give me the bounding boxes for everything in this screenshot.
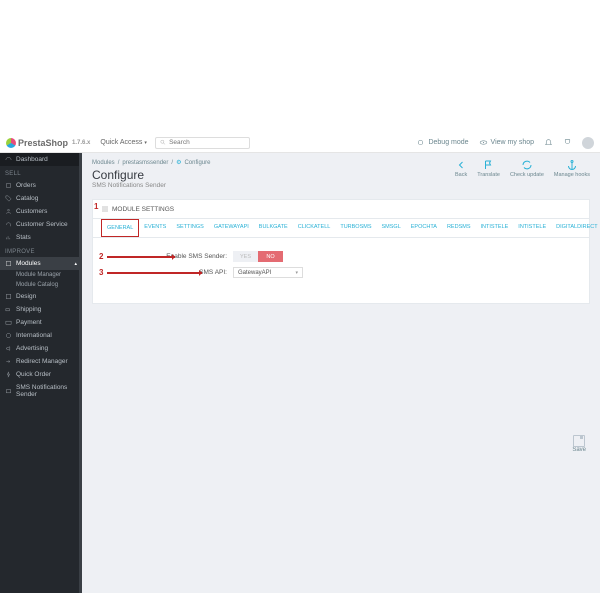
search-input[interactable] <box>169 139 245 146</box>
sidebar-item-stats[interactable]: Stats <box>0 231 82 244</box>
cart-icon <box>5 182 12 189</box>
brand-logo[interactable]: PrestaShop 1.7.6.x <box>6 138 90 148</box>
truck-icon <box>5 306 12 313</box>
main-content: Modules/ prestasmssender/ ⚙Configure Con… <box>82 153 600 593</box>
sidebar-item-design[interactable]: Design <box>0 290 82 303</box>
toggle-no[interactable]: NO <box>258 251 283 262</box>
sidebar-item-dashboard[interactable]: Dashboard <box>0 153 82 166</box>
tab-redsms[interactable]: REDSMS <box>442 219 476 237</box>
save-button[interactable]: Save <box>572 435 586 453</box>
sidebar-item-modules[interactable]: Modules▴ <box>0 257 82 270</box>
card-icon <box>5 319 12 326</box>
eye-icon <box>479 138 488 147</box>
stats-icon <box>5 234 12 241</box>
bell-icon[interactable] <box>544 138 553 147</box>
user-icon <box>5 208 12 215</box>
sidebar-section-sell: Sell <box>0 166 82 179</box>
version-text: 1.7.6.x <box>72 140 90 146</box>
tab-turbosms[interactable]: TURBOSMS <box>335 219 376 237</box>
sliders-icon <box>101 205 109 213</box>
sidebar-item-payment[interactable]: Payment <box>0 316 82 329</box>
bug-icon <box>416 138 425 147</box>
flag-icon <box>483 159 495 171</box>
page-subtitle: SMS Notifications Sender <box>92 182 590 189</box>
annotation-arrow-3 <box>107 272 202 274</box>
tabs: GENERAL EVENTS SETTINGS GATEWAYAPI BULKG… <box>93 219 589 238</box>
crumb-module[interactable]: prestasmssender <box>122 160 168 166</box>
header-actions: Back Translate Check update Manage hooks <box>455 159 590 178</box>
sidebar-section-improve: Improve <box>0 244 82 257</box>
crumb-modules[interactable]: Modules <box>92 160 115 166</box>
enable-sms-toggle[interactable]: YES NO <box>233 251 283 262</box>
tab-general[interactable]: GENERAL <box>101 219 139 237</box>
view-my-shop-link[interactable]: View my shop <box>479 138 534 147</box>
sidebar-item-redirect-manager[interactable]: Redirect Manager <box>0 355 82 368</box>
sms-icon <box>5 388 12 395</box>
debug-mode-toggle[interactable]: Debug mode <box>416 138 468 147</box>
search-icon <box>160 139 166 146</box>
sidebar-item-customer-service[interactable]: Customer Service <box>0 218 82 231</box>
tab-epochta[interactable]: EPOCHTA <box>406 219 442 237</box>
sidebar-item-orders[interactable]: Orders <box>0 179 82 192</box>
tab-smsgl[interactable]: SMSGL <box>377 219 406 237</box>
tab-intistele[interactable]: INTISTELE <box>475 219 513 237</box>
sidebar-item-advertising[interactable]: Advertising <box>0 342 82 355</box>
dashboard-icon <box>5 156 12 163</box>
annotation-1: 1 <box>94 202 98 211</box>
avatar[interactable] <box>582 137 594 149</box>
tab-bulkgate[interactable]: BULKGATE <box>254 219 293 237</box>
tab-clickatell[interactable]: CLICKATELL <box>293 219 336 237</box>
field-sms-api: 3 SMS API: GatewayAPI ▾ <box>103 267 579 278</box>
sidebar-item-catalog[interactable]: Catalog <box>0 192 82 205</box>
search-input-wrap[interactable] <box>155 137 250 149</box>
sidebar-item-customers[interactable]: Customers <box>0 205 82 218</box>
refresh-icon <box>521 159 533 171</box>
puzzle-icon <box>5 260 12 267</box>
sidebar: Dashboard Sell Orders Catalog Customers … <box>0 153 82 593</box>
headset-icon <box>5 221 12 228</box>
back-button[interactable]: Back <box>455 159 467 178</box>
save-icon <box>573 435 585 447</box>
back-icon <box>455 159 467 171</box>
tab-intistele2[interactable]: INTISTELE <box>513 219 551 237</box>
bolt-icon <box>5 371 12 378</box>
crumb-configure: Configure <box>184 160 210 166</box>
sidebar-sub-module-catalog[interactable]: Module Catalog <box>0 280 82 290</box>
top-bar: PrestaShop 1.7.6.x Quick Access ▾ Debug … <box>0 133 600 153</box>
annotation-3: 3 <box>99 268 103 277</box>
redirect-icon <box>5 358 12 365</box>
chevron-down-icon: ▾ <box>295 270 298 276</box>
tab-events[interactable]: EVENTS <box>139 219 171 237</box>
sidebar-item-shipping[interactable]: Shipping <box>0 303 82 316</box>
tab-gatewayapi[interactable]: GATEWAYAPI <box>209 219 254 237</box>
toggle-yes[interactable]: YES <box>233 251 258 262</box>
megaphone-icon <box>5 345 12 352</box>
settings-panel: MODULE SETTINGS GENERAL EVENTS SETTINGS … <box>92 199 590 304</box>
logo-icon <box>6 138 16 148</box>
field-enable-sms: 2 Enable SMS Sender: YES NO <box>103 251 579 262</box>
sms-api-select[interactable]: GatewayAPI ▾ <box>233 267 303 278</box>
anchor-icon <box>566 159 578 171</box>
brand-name: PrestaShop <box>18 138 68 148</box>
sidebar-item-sms[interactable]: SMS Notifications Sender <box>0 381 82 401</box>
trophy-icon[interactable] <box>563 138 572 147</box>
annotation-arrow-2 <box>107 256 175 258</box>
sidebar-item-quick-order[interactable]: Quick Order <box>0 368 82 381</box>
translate-button[interactable]: Translate <box>477 159 500 178</box>
api-value: GatewayAPI <box>238 270 271 276</box>
design-icon <box>5 293 12 300</box>
tag-icon <box>5 195 12 202</box>
panel-header: MODULE SETTINGS <box>93 200 589 219</box>
globe-icon <box>5 332 12 339</box>
sidebar-item-international[interactable]: International <box>0 329 82 342</box>
tab-settings[interactable]: SETTINGS <box>171 219 209 237</box>
manage-hooks-button[interactable]: Manage hooks <box>554 159 590 178</box>
sidebar-sub-module-manager[interactable]: Module Manager <box>0 270 82 280</box>
quick-access-menu[interactable]: Quick Access ▾ <box>100 139 146 146</box>
check-update-button[interactable]: Check update <box>510 159 544 178</box>
annotation-2: 2 <box>99 252 103 261</box>
tab-digitaldirect[interactable]: DIGITALDIRECT <box>551 219 600 237</box>
